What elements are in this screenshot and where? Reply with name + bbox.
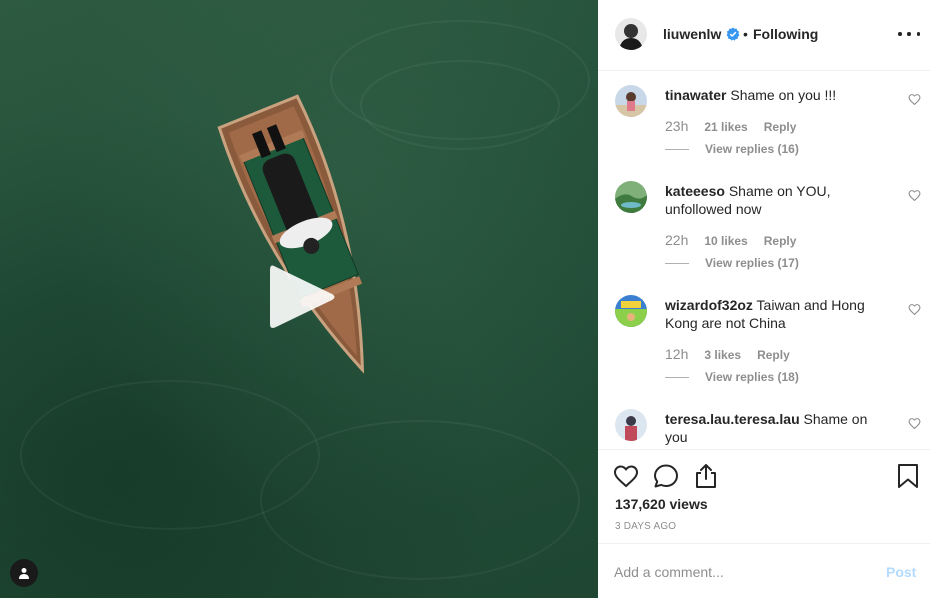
commenter-avatar[interactable] [615, 295, 647, 327]
comment-text: wizardof32oz Taiwan and Hong Kong are no… [665, 296, 890, 332]
post-actions: 137,620 views 3 DAYS AGO [598, 449, 930, 544]
replies-divider [665, 148, 689, 150]
heart-icon[interactable] [612, 462, 640, 490]
comment-body: Shame on you !!! [730, 87, 837, 103]
comment-likes[interactable]: 10 likes [704, 234, 747, 248]
replies-divider [665, 262, 689, 264]
comment-reply-button[interactable]: Reply [764, 120, 797, 134]
view-replies-button[interactable]: View replies (17) [665, 256, 799, 270]
commenter-avatar[interactable] [615, 409, 647, 441]
comment-meta: 23h 21 likes Reply [665, 118, 796, 134]
comment-item: tinawater Shame on you !!! 23h 21 likes … [598, 85, 930, 185]
comment-time[interactable]: 12h [665, 346, 688, 362]
view-replies-label: View replies (16) [705, 142, 799, 156]
following-button[interactable]: Following [753, 26, 818, 42]
bookmark-icon[interactable] [894, 462, 922, 490]
post-header: liuwenlw • Following [598, 0, 930, 71]
view-replies-label: View replies (17) [705, 256, 799, 270]
comment-time[interactable]: 22h [665, 232, 688, 248]
commenter-avatar[interactable] [615, 85, 647, 117]
comment-item: teresa.lau.teresa.lau Shame on you [598, 409, 930, 449]
comment-reply-button[interactable]: Reply [764, 234, 797, 248]
comment-icon[interactable] [652, 462, 680, 490]
author-avatar[interactable] [615, 18, 647, 50]
separator-dot: • [743, 26, 748, 42]
user-tag-icon [19, 568, 29, 579]
comment-text: teresa.lau.teresa.lau Shame on you [665, 410, 890, 446]
comment-likes[interactable]: 21 likes [704, 120, 747, 134]
more-options-icon [907, 32, 911, 36]
comments-list[interactable]: tinawater Shame on you !!! 23h 21 likes … [598, 72, 930, 449]
comment-text: kateeeso Shame on YOU, unfollowed now [665, 182, 890, 218]
post-details-panel: liuwenlw • Following tinawater Shame on … [598, 0, 930, 598]
verified-badge-icon [726, 27, 740, 41]
play-icon [270, 265, 335, 328]
comment-likes[interactable]: 3 likes [704, 348, 741, 362]
comment-like-icon[interactable] [908, 189, 921, 202]
play-button[interactable] [268, 262, 338, 332]
comment-text: tinawater Shame on you !!! [665, 86, 890, 104]
author-username[interactable]: liuwenlw [663, 26, 721, 42]
view-count[interactable]: 137,620 views [615, 496, 708, 512]
more-options-button[interactable] [898, 26, 920, 42]
post-comment-button[interactable]: Post [886, 564, 916, 580]
comment-input[interactable] [614, 559, 864, 585]
comment-meta: 22h 10 likes Reply [665, 232, 796, 248]
view-replies-button[interactable]: View replies (18) [665, 370, 799, 384]
post-video[interactable] [0, 0, 598, 598]
comment-like-icon[interactable] [908, 303, 921, 316]
replies-divider [665, 376, 689, 378]
commenter-avatar[interactable] [615, 181, 647, 213]
comment-reply-button[interactable]: Reply [757, 348, 790, 362]
post-timestamp[interactable]: 3 DAYS AGO [615, 521, 676, 532]
comment-time[interactable]: 23h [665, 118, 688, 134]
commenter-username[interactable]: wizardof32oz [665, 297, 753, 313]
share-icon[interactable] [692, 462, 720, 490]
more-options-icon [916, 32, 920, 36]
view-replies-button[interactable]: View replies (16) [665, 142, 799, 156]
comment-like-icon[interactable] [908, 93, 921, 106]
view-replies-label: View replies (18) [705, 370, 799, 384]
user-tag-button[interactable] [10, 559, 38, 587]
more-options-icon [898, 32, 902, 36]
commenter-username[interactable]: kateeeso [665, 183, 725, 199]
comment-item: wizardof32oz Taiwan and Hong Kong are no… [598, 295, 930, 405]
commenter-username[interactable]: teresa.lau.teresa.lau [665, 411, 800, 427]
commenter-username[interactable]: tinawater [665, 87, 726, 103]
comment-meta: 12h 3 likes Reply [665, 346, 790, 362]
add-comment-bar: Post [598, 543, 930, 598]
comment-like-icon[interactable] [908, 417, 921, 430]
comment-item: kateeeso Shame on YOU, unfollowed now 22… [598, 181, 930, 291]
